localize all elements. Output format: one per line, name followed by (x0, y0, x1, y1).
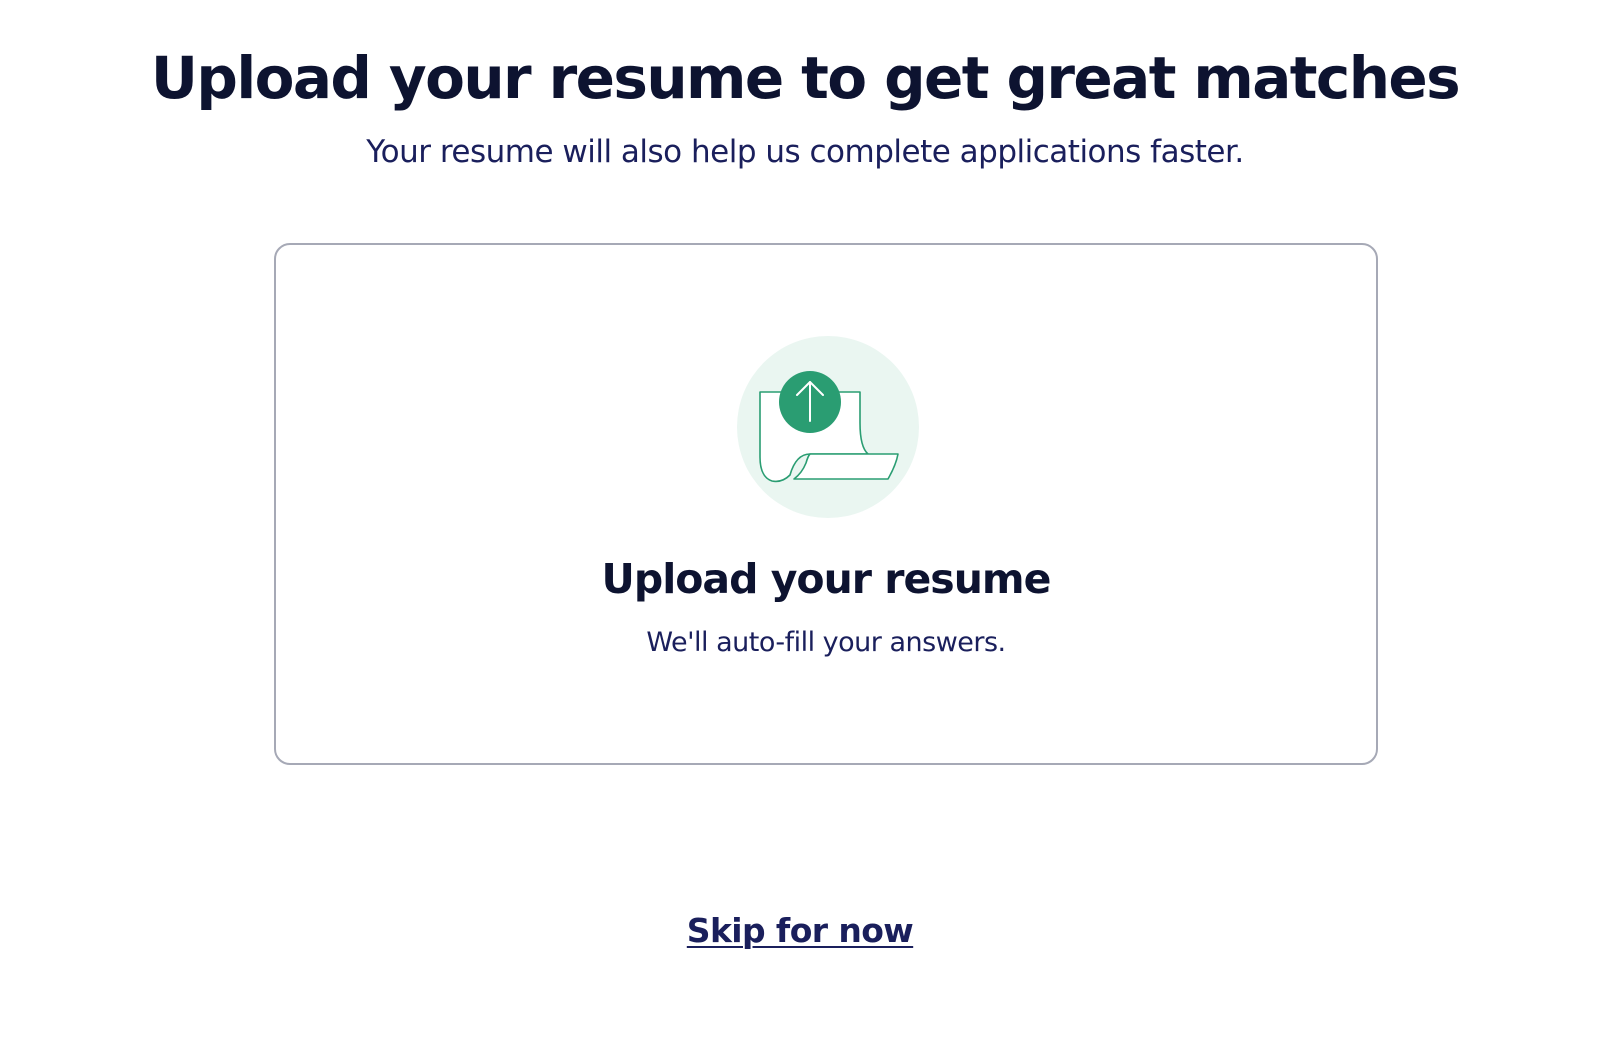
upload-resume-card[interactable]: Upload your resume We'll auto-fill your … (274, 243, 1378, 765)
resume-upload-icon (736, 335, 920, 519)
upload-card-subtitle: We'll auto-fill your answers. (646, 627, 1006, 658)
page-title: Upload your resume to get great matches (150, 44, 1461, 112)
skip-link-container: Skip for now (0, 908, 1600, 954)
page-subtitle: Your resume will also help us complete a… (366, 134, 1244, 170)
upload-card-title: Upload your resume (601, 555, 1052, 603)
skip-for-now-link[interactable]: Skip for now (687, 911, 914, 950)
